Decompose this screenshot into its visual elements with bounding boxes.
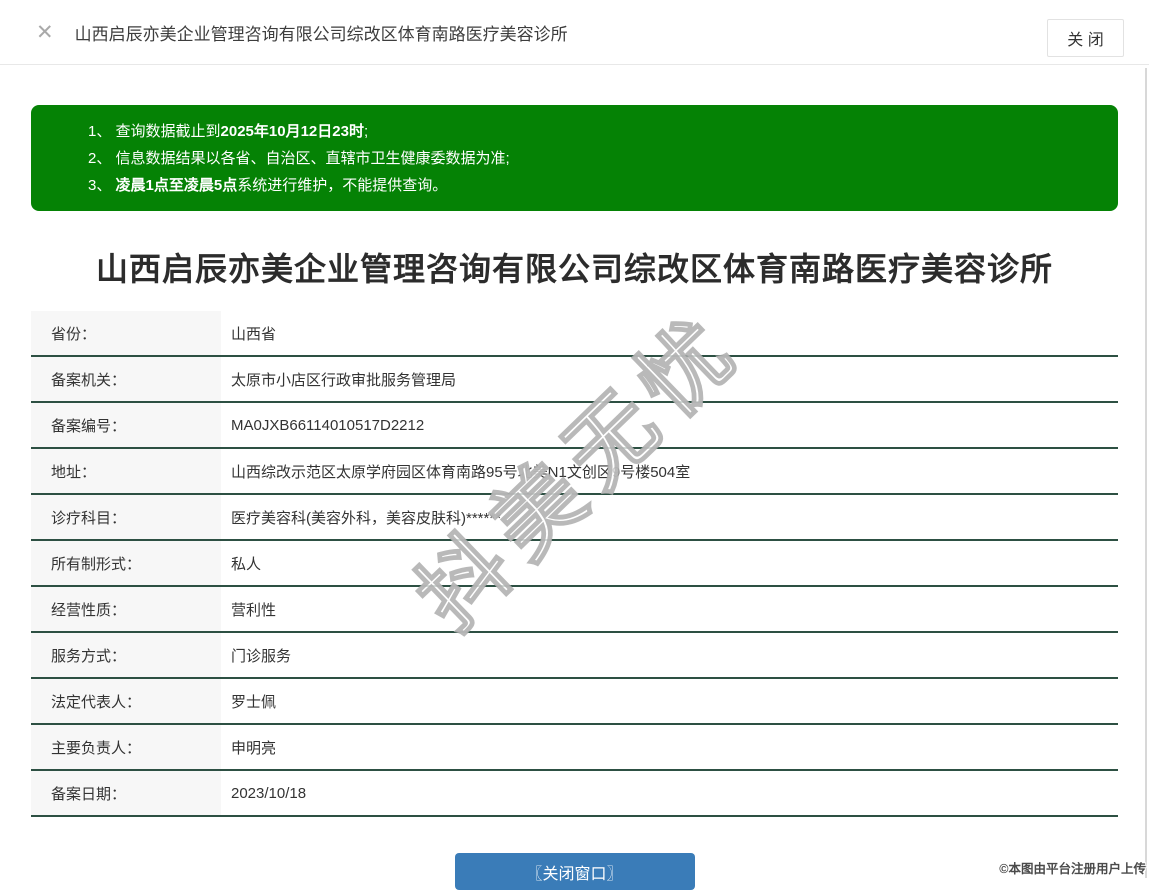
window-title: 山西启辰亦美企业管理咨询有限公司综改区体育南路医疗美容诊所 (74, 24, 568, 44)
field-value: 门诊服务 (231, 647, 292, 665)
notice-box: 1、 查询数据截止到2025年10月12日23时; 2、 信息数据结果以各省、自… (31, 105, 1118, 211)
table-row: 主要负责人： 申明亮 (31, 725, 1118, 771)
notice-line-1-tail: ; (363, 123, 369, 140)
field-label: 主要负责人： (31, 725, 221, 769)
notice-line-3-bold: 凌晨1点至凌晨5点 (115, 177, 238, 194)
notice-line-1-bold: 2025年10月12日23时 (220, 123, 364, 140)
notice-line-2: 2、 信息数据结果以各省、自治区、直辖市卫生健康委数据为准; (88, 145, 1098, 172)
field-label: 服务方式： (31, 633, 221, 677)
field-label: 所有制形式： (31, 541, 221, 585)
table-row: 地址： 山西综改示范区太原学府园区体育南路95号北美N1文创区9号楼504室 (31, 449, 1118, 495)
table-row: 诊疗科目： 医疗美容科(美容外科，美容皮肤科)****** (31, 495, 1118, 541)
field-value: 太原市小店区行政审批服务管理局 (231, 371, 457, 389)
field-label: 经营性质： (31, 587, 221, 631)
table-row: 备案机关： 太原市小店区行政审批服务管理局 (31, 357, 1118, 403)
field-value: 私人 (231, 555, 262, 573)
notice-line-1: 1、 查询数据截止到2025年10月12日23时; (88, 118, 1098, 145)
notice-line-3-tail: 系统进行维护，不能提供查询。 (237, 177, 448, 194)
notice-line-2-text: 2、 信息数据结果以各省、自治区、直辖市卫生健康委数据为准; (88, 150, 510, 167)
table-row: 服务方式： 门诊服务 (31, 633, 1118, 679)
table-row: 省份： 山西省 (31, 311, 1118, 357)
page-title: 山西启辰亦美企业管理咨询有限公司综改区体育南路医疗美容诊所 (95, 251, 1053, 287)
field-value: 申明亮 (231, 739, 277, 757)
table-row: 所有制形式： 私人 (31, 541, 1118, 587)
field-label: 备案编号： (31, 403, 221, 447)
field-value: 医疗美容科(美容外科，美容皮肤科)****** (231, 509, 502, 527)
window-right-edge (1145, 68, 1147, 878)
field-label: 省份： (31, 311, 221, 355)
field-label: 地址： (31, 449, 221, 493)
field-value: 罗士佩 (231, 693, 277, 711)
field-label: 法定代表人： (31, 679, 221, 723)
table-row: 法定代表人： 罗士佩 (31, 679, 1118, 725)
close-x-icon[interactable]: ✕ (36, 22, 54, 43)
close-button[interactable]: 关 闭 (1047, 19, 1124, 57)
field-value: 2023/10/18 (231, 784, 307, 802)
copyright-note: ©本图由平台注册用户上传 (999, 862, 1146, 876)
field-value: 山西省 (231, 325, 277, 343)
close-window-button[interactable]: 〖关闭窗口〗 (454, 853, 695, 890)
top-bar: ✕ 山西启辰亦美企业管理咨询有限公司综改区体育南路医疗美容诊所 关 闭 (0, 0, 1149, 65)
field-label: 备案日期： (31, 771, 221, 815)
notice-line-1-text: 1、 查询数据截止到 (88, 123, 221, 140)
table-row: 备案编号： MA0JXB66114010517D2212 (31, 403, 1118, 449)
table-row: 备案日期： 2023/10/18 (31, 771, 1118, 817)
field-value: MA0JXB66114010517D2212 (231, 416, 425, 434)
notice-line-3: 3、 凌晨1点至凌晨5点系统进行维护，不能提供查询。 (88, 172, 1098, 199)
field-label: 备案机关： (31, 357, 221, 401)
field-value: 营利性 (231, 601, 277, 619)
field-value: 山西综改示范区太原学府园区体育南路95号北美N1文创区9号楼504室 (231, 463, 691, 481)
notice-line-3-text: 3、 (88, 177, 116, 194)
field-label: 诊疗科目： (31, 495, 221, 539)
table-row: 经营性质： 营利性 (31, 587, 1118, 633)
record-table: 省份： 山西省 备案机关： 太原市小店区行政审批服务管理局 备案编号： MA0J… (31, 311, 1118, 817)
